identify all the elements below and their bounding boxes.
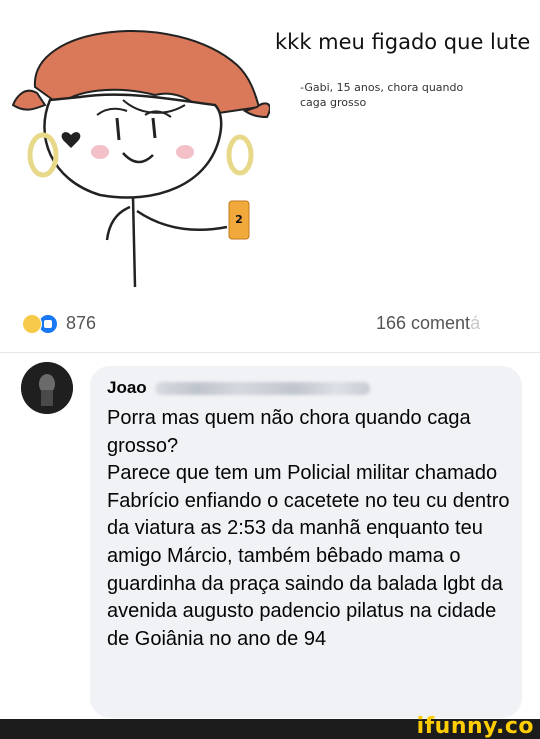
- haha-reaction-icon: [22, 313, 42, 334]
- meme-caption-line: caga grosso: [300, 96, 367, 109]
- redacted-name: [154, 381, 370, 395]
- comment-author[interactable]: Joao: [107, 378, 147, 398]
- meme-caption-line: -Gabi, 15 anos, chora quando: [300, 81, 464, 94]
- stick-figure-drawing: 2: [11, 30, 270, 288]
- comments-count-faded: á: [470, 313, 481, 333]
- meme-title: kkk meu figado que lute: [275, 30, 531, 54]
- reaction-count: 876: [66, 313, 97, 333]
- reaction-summary[interactable]: 876: [22, 313, 96, 334]
- avatar[interactable]: [21, 362, 73, 414]
- divider: [0, 352, 540, 353]
- watermark-bar: ifunny.co: [0, 715, 540, 739]
- comments-count-text: 166 coment: [376, 313, 471, 333]
- meme-caption: -Gabi, 15 anos, chora quando caga grosso: [300, 80, 500, 110]
- ifunny-watermark: ifunny.co: [416, 714, 534, 739]
- comments-count-link[interactable]: 166 comentá: [376, 313, 480, 334]
- can-label: 2: [235, 213, 243, 226]
- meme-post: 2 kkk meu figado que lute -Gabi, 15 anos…: [0, 0, 540, 300]
- comment-header: Joao: [107, 378, 370, 398]
- comment-text: Porra mas quem não chora quando caga gro…: [107, 407, 510, 650]
